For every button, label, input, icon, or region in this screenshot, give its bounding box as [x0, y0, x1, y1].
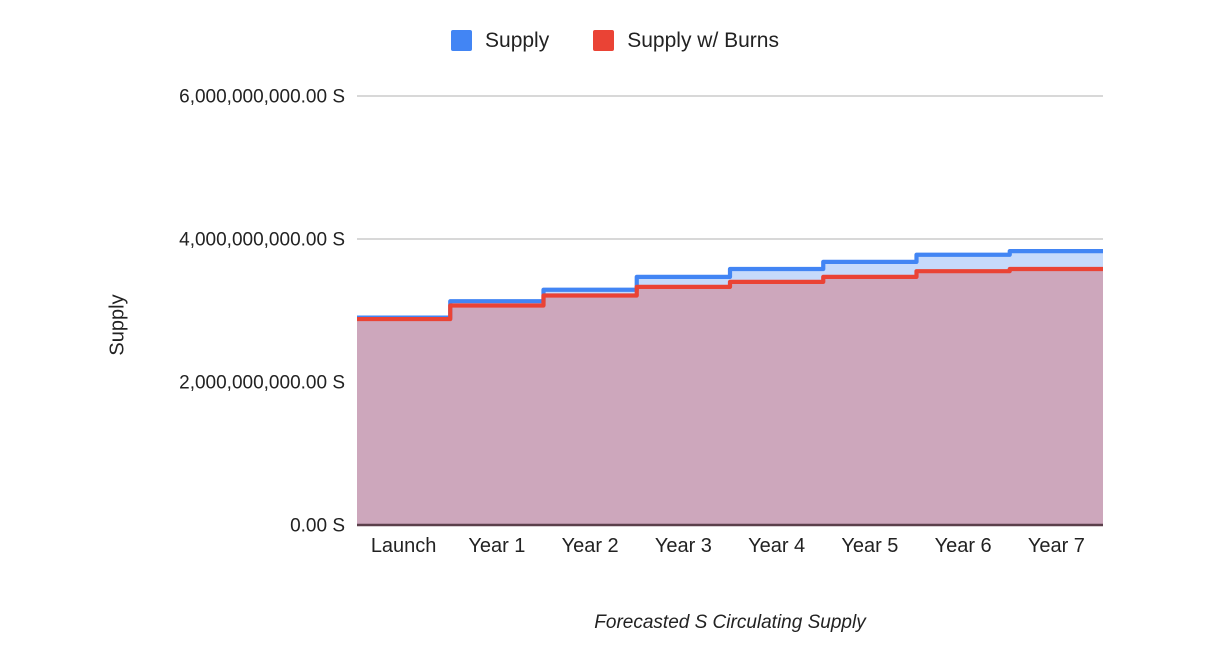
x-tick-label: Year 1 [468, 535, 525, 557]
chart-plot-area: 6,000,000,000.00 S 4,000,000,000.00 S 2,… [0, 0, 1230, 662]
series-areas-group [357, 251, 1103, 525]
x-axis-tick-labels: Launch Year 1 Year 2 Year 3 Year 4 Year … [371, 535, 1085, 557]
y-tick-label: 0.00 S [290, 516, 345, 537]
y-tick-label: 4,000,000,000.00 S [179, 230, 345, 251]
y-tick-label: 2,000,000,000.00 S [179, 373, 345, 394]
x-tick-label: Year 6 [935, 535, 992, 557]
x-tick-label: Launch [371, 535, 437, 557]
chart-container: Supply Supply w/ Burns Supply 6,000,000,… [0, 0, 1230, 662]
chart-caption: Forecasted S Circulating Supply [594, 612, 867, 633]
x-tick-label: Year 7 [1028, 535, 1085, 557]
y-axis-tick-labels: 6,000,000,000.00 S 4,000,000,000.00 S 2,… [179, 87, 345, 537]
x-tick-label: Year 2 [562, 535, 619, 557]
x-tick-label: Year 3 [655, 535, 712, 557]
x-tick-label: Year 5 [841, 535, 898, 557]
x-tick-label: Year 4 [748, 535, 805, 557]
y-tick-label: 6,000,000,000.00 S [179, 87, 345, 108]
